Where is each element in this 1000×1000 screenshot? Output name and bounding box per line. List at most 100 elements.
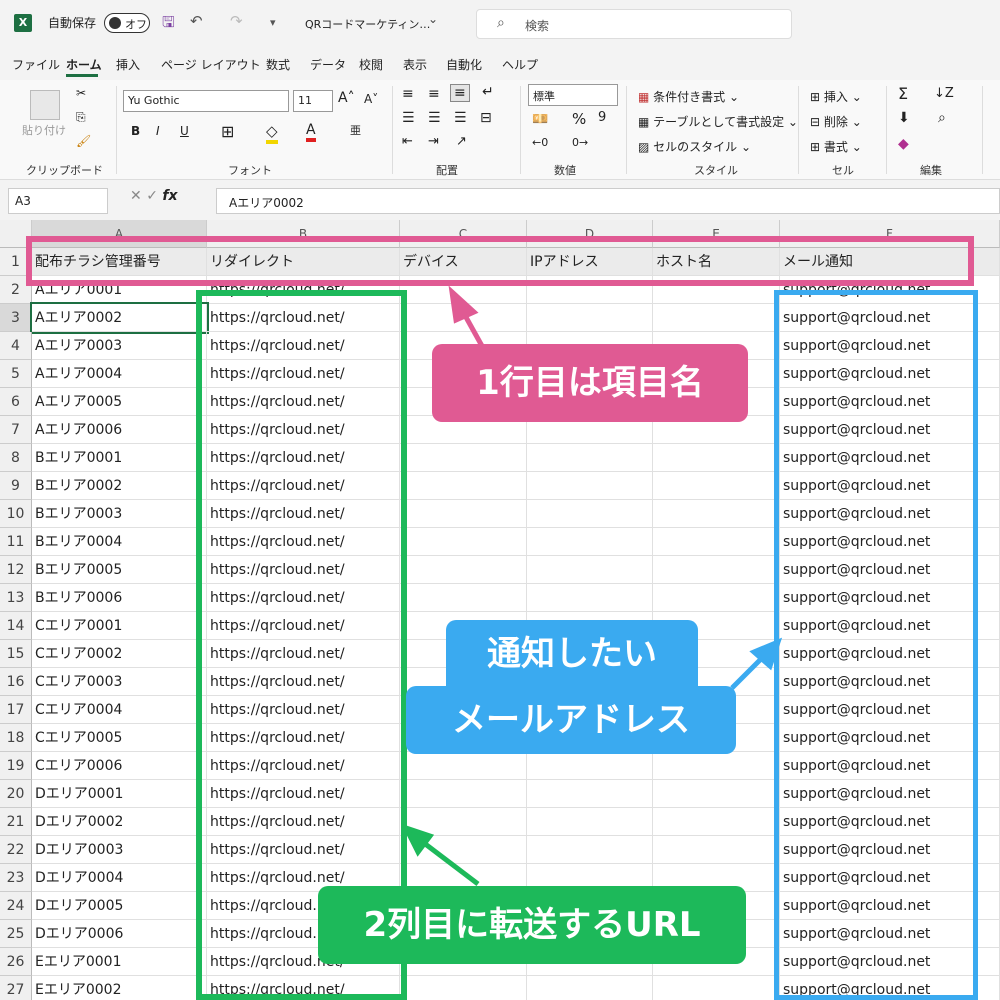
row-header[interactable]: 19 (0, 752, 32, 780)
cell-c[interactable] (400, 808, 527, 836)
document-title[interactable]: QRコードマーケティン… (305, 16, 430, 32)
copy-icon[interactable]: ⎘ (76, 110, 86, 125)
wrap-text-icon[interactable]: ↵ (482, 84, 494, 100)
row-header[interactable]: 18 (0, 724, 32, 752)
row-header[interactable]: 13 (0, 584, 32, 612)
decrease-indent-icon[interactable]: ⇤ (402, 134, 413, 149)
cell-c[interactable] (400, 500, 527, 528)
cell-e[interactable] (653, 528, 780, 556)
row-header[interactable]: 27 (0, 976, 32, 1000)
insert-cells-button[interactable]: ⊞ 挿入 ⌄ (810, 88, 862, 105)
cell-d[interactable] (527, 444, 653, 472)
format-as-table-button[interactable]: ▦ テーブルとして書式設定 ⌄ (638, 113, 798, 130)
cell-e[interactable] (653, 808, 780, 836)
cell-d[interactable] (527, 528, 653, 556)
align-top-icon[interactable]: ≡ (402, 86, 414, 102)
row-header[interactable]: 7 (0, 416, 32, 444)
row-header[interactable]: 16 (0, 668, 32, 696)
cell-a[interactable]: Dエリア0005 (32, 892, 207, 920)
insert-function-button[interactable]: fx (162, 188, 177, 204)
paste-icon[interactable] (30, 90, 60, 120)
row-header[interactable]: 14 (0, 612, 32, 640)
format-painter-icon[interactable]: 🖌 (76, 134, 91, 148)
tab-file[interactable]: ファイル (12, 56, 60, 73)
row-header[interactable]: 26 (0, 948, 32, 976)
tab-help[interactable]: ヘルプ (502, 56, 538, 73)
cell-a[interactable]: Bエリア0005 (32, 556, 207, 584)
row-header[interactable]: 4 (0, 332, 32, 360)
cell-e[interactable] (653, 752, 780, 780)
borders-icon[interactable]: ⊞ (221, 122, 234, 141)
cell-e[interactable] (653, 780, 780, 808)
tab-page-layout[interactable]: ページ レイアウト (161, 56, 261, 73)
cancel-icon[interactable]: ✕ (130, 188, 142, 204)
row-header[interactable]: 24 (0, 892, 32, 920)
cell-a[interactable]: Dエリア0002 (32, 808, 207, 836)
comma-icon[interactable]: 9 (598, 110, 606, 125)
cell-a[interactable]: Cエリア0006 (32, 752, 207, 780)
cell-c[interactable] (400, 444, 527, 472)
tab-review[interactable]: 校閲 (359, 56, 383, 73)
fill-color-icon[interactable]: ◇ (266, 122, 278, 144)
autosum-icon[interactable]: Σ (898, 84, 908, 103)
increase-font-icon[interactable]: A˄ (338, 90, 355, 106)
cell-d[interactable] (527, 472, 653, 500)
cell-a[interactable]: Bエリア0003 (32, 500, 207, 528)
conditional-formatting-button[interactable]: ▦ 条件付き書式 ⌄ (638, 88, 739, 105)
decrease-font-icon[interactable]: A˅ (364, 92, 378, 106)
row-header[interactable]: 9 (0, 472, 32, 500)
cell-d[interactable] (527, 808, 653, 836)
enter-icon[interactable]: ✓ (146, 188, 162, 204)
cell-e[interactable] (653, 500, 780, 528)
row-header[interactable]: 23 (0, 864, 32, 892)
name-box[interactable]: A3 (8, 188, 108, 214)
underline-button[interactable]: U (180, 124, 189, 138)
cell-a[interactable]: Aエリア0004 (32, 360, 207, 388)
currency-icon[interactable]: 💴 (532, 112, 548, 127)
cell-a[interactable]: Dエリア0006 (32, 920, 207, 948)
cell-c[interactable] (400, 304, 527, 332)
cell-a[interactable]: Aエリア0006 (32, 416, 207, 444)
cell-c[interactable] (400, 752, 527, 780)
tab-view[interactable]: 表示 (403, 56, 427, 73)
italic-button[interactable]: I (156, 124, 160, 138)
align-bottom-icon[interactable]: ≡ (450, 84, 470, 102)
cell-a[interactable]: Bエリア0001 (32, 444, 207, 472)
cell-a[interactable]: Bエリア0006 (32, 584, 207, 612)
row-header[interactable]: 25 (0, 920, 32, 948)
row-header[interactable]: 17 (0, 696, 32, 724)
search-box[interactable]: ⌕ 検索 (476, 9, 792, 39)
cell-c[interactable] (400, 584, 527, 612)
tab-data[interactable]: データ (310, 56, 346, 73)
cell-e[interactable] (653, 976, 780, 1000)
cell-d[interactable] (527, 556, 653, 584)
cell-a[interactable]: Bエリア0002 (32, 472, 207, 500)
cell-a[interactable]: Dエリア0003 (32, 836, 207, 864)
clear-icon[interactable]: ◆ (898, 136, 909, 152)
font-size-select[interactable]: 11 (293, 90, 333, 112)
increase-indent-icon[interactable]: ⇥ (428, 134, 439, 149)
cell-d[interactable] (527, 584, 653, 612)
cell-a[interactable]: Aエリア0002 (30, 302, 209, 334)
align-left-icon[interactable]: ☰ (402, 110, 415, 126)
cell-a[interactable]: Dエリア0004 (32, 864, 207, 892)
cell-a[interactable]: Cエリア0001 (32, 612, 207, 640)
tab-formulas[interactable]: 数式 (266, 56, 290, 73)
row-header[interactable]: 10 (0, 500, 32, 528)
find-select-icon[interactable]: ⌕ (938, 110, 946, 126)
customize-toolbar-icon[interactable]: ▾ (270, 16, 276, 29)
row-header[interactable]: 22 (0, 836, 32, 864)
cell-a[interactable]: Dエリア0001 (32, 780, 207, 808)
row-header[interactable]: 15 (0, 640, 32, 668)
cell-c[interactable] (400, 472, 527, 500)
number-format-select[interactable]: 標準 (528, 84, 618, 106)
cell-c[interactable] (400, 780, 527, 808)
align-right-icon[interactable]: ☰ (454, 110, 467, 126)
cell-a[interactable]: Cエリア0002 (32, 640, 207, 668)
align-middle-icon[interactable]: ≡ (428, 86, 440, 102)
delete-cells-button[interactable]: ⊟ 削除 ⌄ (810, 113, 862, 130)
row-header[interactable]: 12 (0, 556, 32, 584)
row-header[interactable]: 6 (0, 388, 32, 416)
cell-a[interactable]: Cエリア0004 (32, 696, 207, 724)
align-center-icon[interactable]: ☰ (428, 110, 441, 126)
